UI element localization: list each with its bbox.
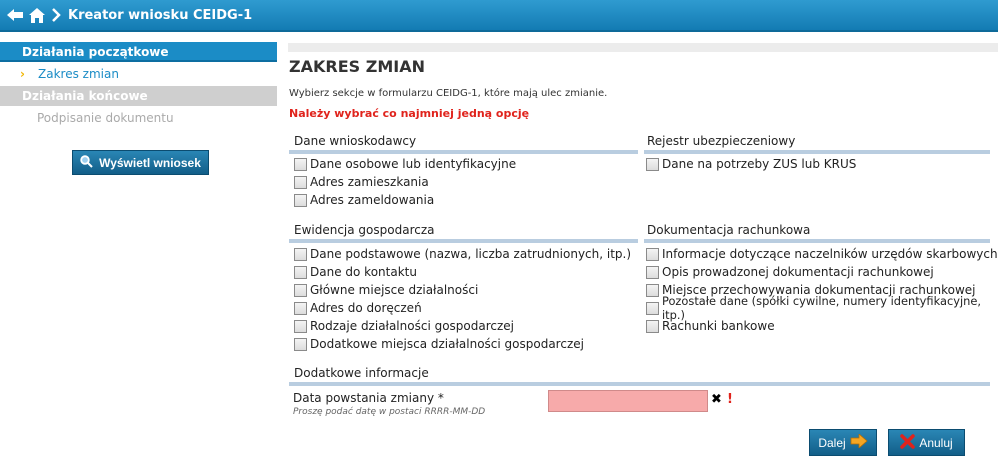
sidebar-item-scope[interactable]: › Zakres zmian <box>0 62 277 86</box>
next-button[interactable]: Dalej <box>809 429 877 456</box>
clear-x-icon[interactable]: ✖ <box>711 392 722 407</box>
validation-warning: Należy wybrać co najmniej jedną opcję <box>289 107 530 120</box>
checkbox[interactable] <box>646 283 659 297</box>
option-accounting-0[interactable]: Informacje dotyczące naczelników urzędów… <box>646 245 998 263</box>
checkbox[interactable] <box>294 247 307 261</box>
cancel-button[interactable]: Anuluj <box>888 429 965 456</box>
option-business-0[interactable]: Dane podstawowe (nazwa, liczba zatrudnio… <box>294 245 631 263</box>
view-application-button[interactable]: Wyświetl wniosek <box>72 150 209 175</box>
sidebar-section-final: Działania końcowe <box>0 86 277 106</box>
back-arrow-icon[interactable] <box>6 5 24 25</box>
page-title: ZAKRES ZMIAN <box>289 57 425 76</box>
section-title-additional: Dodatkowe informacje <box>294 366 429 380</box>
option-applicant-0[interactable]: Dane osobowe lub identyfikacyjne <box>294 155 516 173</box>
checkbox[interactable] <box>646 301 659 315</box>
date-hint: Proszę podać datę w postaci RRRR-MM-DD <box>293 407 486 417</box>
section-divider <box>644 150 990 154</box>
intro-text: Wybierz sekcje w formularzu CEIDG-1, któ… <box>289 88 608 99</box>
checkbox[interactable] <box>294 175 307 189</box>
app-title: Kreator wniosku CEIDG-1 <box>68 7 253 23</box>
checkbox[interactable] <box>294 337 307 351</box>
section-divider <box>289 239 638 243</box>
magnifier-icon <box>80 154 93 171</box>
section-title-applicant: Dane wnioskodawcy <box>294 134 417 148</box>
chevron-right-icon <box>50 5 62 25</box>
sidebar-section-initial[interactable]: Działania początkowe <box>0 42 277 62</box>
checkbox[interactable] <box>646 157 659 171</box>
top-bar: Kreator wniosku CEIDG-1 <box>0 0 998 32</box>
date-label: Data powstania zmiany * <box>293 391 444 405</box>
checkbox[interactable] <box>294 265 307 279</box>
section-title-insurance: Rejestr ubezpieczeniowy <box>647 134 796 148</box>
section-divider <box>644 239 990 243</box>
date-input[interactable] <box>548 390 708 412</box>
checkbox[interactable] <box>646 247 659 261</box>
option-accounting-3[interactable]: Pozostałe dane (spółki cywilne, numery i… <box>646 294 998 322</box>
cancel-x-icon <box>900 433 916 452</box>
current-step-chevron-icon: › <box>20 67 25 81</box>
arrow-right-icon <box>850 433 868 451</box>
option-insurance-0[interactable]: Dane na potrzeby ZUS lub KRUS <box>646 155 856 173</box>
option-applicant-2[interactable]: Adres zameldowania <box>294 191 434 209</box>
home-icon[interactable] <box>28 5 46 25</box>
option-business-3[interactable]: Adres do doręczeń <box>294 299 422 317</box>
section-title-business: Ewidencja gospodarcza <box>294 223 435 237</box>
option-business-2[interactable]: Główne miejsce działalności <box>294 281 478 299</box>
checkbox[interactable] <box>294 193 307 207</box>
checkbox[interactable] <box>294 319 307 333</box>
option-accounting-1[interactable]: Opis prowadzonej dokumentacji rachunkowe… <box>646 263 934 281</box>
checkbox[interactable] <box>294 157 307 171</box>
section-title-accounting: Dokumentacja rachunkowa <box>647 223 811 237</box>
main-header-strip <box>288 43 998 52</box>
option-applicant-1[interactable]: Adres zamieszkania <box>294 173 429 191</box>
checkbox[interactable] <box>294 301 307 315</box>
section-divider <box>289 382 990 386</box>
option-accounting-4[interactable]: Rachunki bankowe <box>646 317 775 335</box>
section-divider <box>289 150 638 154</box>
option-business-4[interactable]: Rodzaje działalności gospodarczej <box>294 317 514 335</box>
sidebar: Działania początkowe › Zakres zmian Dzia… <box>0 42 277 130</box>
checkbox[interactable] <box>646 265 659 279</box>
option-business-1[interactable]: Dane do kontaktu <box>294 263 417 281</box>
checkbox[interactable] <box>294 283 307 297</box>
option-business-5[interactable]: Dodatkowe miejsca działalności gospodarc… <box>294 335 584 353</box>
checkbox[interactable] <box>646 319 659 333</box>
sidebar-item-sign: Podpisanie dokumentu <box>37 111 174 125</box>
error-exclamation-icon: ! <box>727 392 733 407</box>
